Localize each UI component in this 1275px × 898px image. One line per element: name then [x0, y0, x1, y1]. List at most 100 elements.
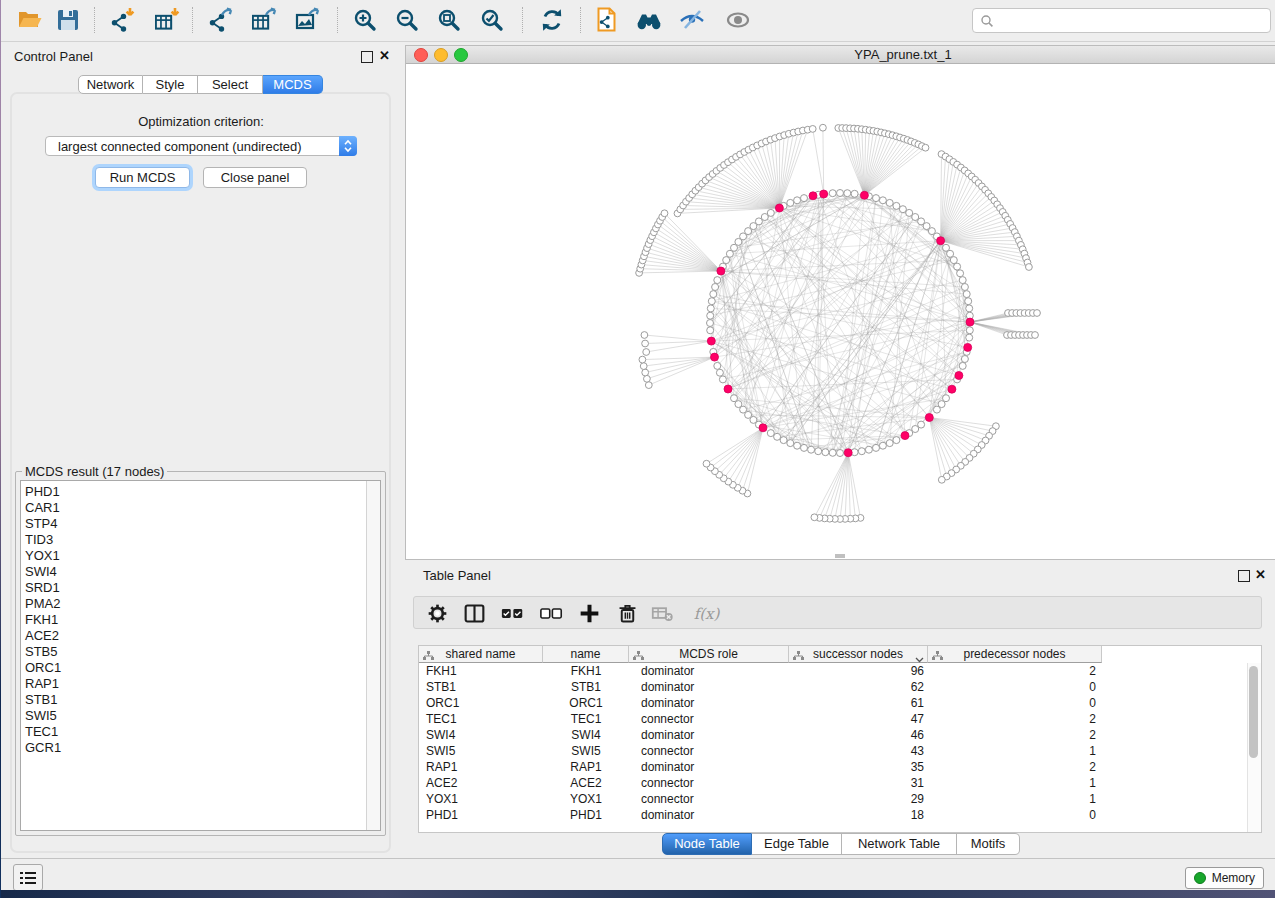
- mcds-result-item[interactable]: STB1: [21, 692, 380, 708]
- cell-successor-nodes: 62: [789, 679, 928, 695]
- search-network-icon[interactable]: [632, 4, 666, 36]
- mcds-result-item[interactable]: RAP1: [21, 676, 380, 692]
- table-tab-network-table[interactable]: Network Table: [842, 833, 957, 855]
- open-session-icon[interactable]: [13, 4, 47, 36]
- column-header-successor-nodes[interactable]: successor nodes: [789, 646, 928, 663]
- optimization-criterion-value: largest connected component (undirected): [58, 139, 302, 154]
- import-network-icon[interactable]: [106, 4, 140, 36]
- mcds-result-item[interactable]: GCR1: [21, 740, 380, 756]
- mcds-result-item[interactable]: ACE2: [21, 628, 380, 644]
- mcds-result-item[interactable]: SRD1: [21, 580, 380, 596]
- column-header-predecessor-nodes[interactable]: predecessor nodes: [928, 646, 1102, 663]
- control-tab-mcds[interactable]: MCDS: [263, 75, 323, 94]
- column-header-shared-name[interactable]: shared name: [419, 646, 543, 663]
- hide-labels-icon[interactable]: [675, 4, 709, 36]
- table-row-PHD1[interactable]: PHD1PHD1dominator180: [419, 807, 1102, 823]
- import-table-icon[interactable]: [151, 4, 185, 36]
- table-row-STB1[interactable]: STB1STB1dominator620: [419, 679, 1102, 695]
- control-panel-close-icon[interactable]: ✕: [379, 51, 390, 61]
- cell-successor-nodes: 96: [789, 663, 928, 679]
- cell-predecessor-nodes: 0: [928, 695, 1102, 711]
- mcds-list-scrollbar[interactable]: [366, 481, 380, 830]
- mcds-result-item[interactable]: SWI4: [21, 564, 380, 580]
- zoom-fit-icon[interactable]: [432, 4, 466, 36]
- list-icon: [20, 871, 36, 885]
- task-history-button[interactable]: [13, 864, 43, 891]
- export-table-icon[interactable]: [248, 4, 282, 36]
- cell-successor-nodes: 47: [789, 711, 928, 727]
- control-tab-select[interactable]: Select: [198, 75, 263, 94]
- zoom-in-icon[interactable]: [348, 4, 382, 36]
- mcds-result-item[interactable]: YOX1: [21, 548, 380, 564]
- show-graphics-icon[interactable]: [721, 4, 755, 36]
- select-all-checkboxes-icon[interactable]: [497, 599, 527, 627]
- mcds-result-item[interactable]: ORC1: [21, 660, 380, 676]
- table-row-RAP1[interactable]: RAP1RAP1dominator352: [419, 759, 1102, 775]
- window-minimize-button[interactable]: [434, 48, 448, 62]
- cell-name: STB1: [543, 679, 629, 695]
- cell-MCDS-role: connector: [629, 743, 789, 759]
- save-session-icon[interactable]: [51, 4, 85, 36]
- table-tab-motifs[interactable]: Motifs: [957, 833, 1020, 855]
- deselect-checkboxes-icon[interactable]: [536, 599, 566, 627]
- export-network-icon[interactable]: [204, 4, 238, 36]
- mcds-result-item[interactable]: TID3: [21, 532, 380, 548]
- table-row-ACE2[interactable]: ACE2ACE2connector311: [419, 775, 1102, 791]
- run-mcds-button[interactable]: Run MCDS: [95, 167, 190, 188]
- table-row-YOX1[interactable]: YOX1YOX1connector291: [419, 791, 1102, 807]
- cell-shared-name: FKH1: [419, 663, 543, 679]
- cell-name: FKH1: [543, 663, 629, 679]
- column-header-MCDS-role[interactable]: MCDS role: [629, 646, 789, 663]
- table-panel-close-icon[interactable]: ✕: [1255, 570, 1266, 580]
- mcds-result-item[interactable]: TEC1: [21, 724, 380, 740]
- cell-name: RAP1: [543, 759, 629, 775]
- mcds-result-item[interactable]: PHD1: [21, 484, 380, 500]
- table-row-FKH1[interactable]: FKH1FKH1dominator962: [419, 663, 1102, 679]
- mcds-result-item[interactable]: STP4: [21, 516, 380, 532]
- control-tab-network[interactable]: Network: [78, 75, 143, 94]
- table-row-SWI4[interactable]: SWI4SWI4dominator462: [419, 727, 1102, 743]
- mcds-result-item[interactable]: SWI5: [21, 708, 380, 724]
- optimization-criterion-select[interactable]: largest connected component (undirected): [45, 136, 357, 156]
- split-columns-icon[interactable]: [459, 599, 489, 627]
- mcds-result-group: MCDS result (17 nodes) PHD1CAR1STP4TID3Y…: [15, 471, 386, 836]
- add-column-icon[interactable]: [574, 599, 604, 627]
- cell-shared-name: RAP1: [419, 759, 543, 775]
- control-tab-style[interactable]: Style: [143, 75, 198, 94]
- table-tab-node-table[interactable]: Node Table: [662, 833, 752, 855]
- mcds-result-item[interactable]: CAR1: [21, 500, 380, 516]
- cell-successor-nodes: 29: [789, 791, 928, 807]
- zoom-out-icon[interactable]: [390, 4, 424, 36]
- mcds-result-item[interactable]: PMA2: [21, 596, 380, 612]
- window-close-button[interactable]: [414, 48, 428, 62]
- delete-column-icon[interactable]: [612, 599, 642, 627]
- share-document-icon[interactable]: [590, 4, 624, 36]
- splitter-handle[interactable]: [835, 554, 845, 558]
- cell-shared-name: TEC1: [419, 711, 543, 727]
- table-row-TEC1[interactable]: TEC1TEC1connector472: [419, 711, 1102, 727]
- column-header-name[interactable]: name: [543, 646, 629, 663]
- refresh-icon[interactable]: [535, 4, 569, 36]
- network-graph-canvas[interactable]: [406, 63, 1274, 560]
- table-tab-edge-table[interactable]: Edge Table: [752, 833, 842, 855]
- table-panel-float-icon[interactable]: [1238, 570, 1250, 582]
- cell-predecessor-nodes: 1: [928, 743, 1102, 759]
- control-panel-float-icon[interactable]: [361, 51, 373, 63]
- close-panel-button[interactable]: Close panel: [203, 167, 307, 188]
- zoom-selected-icon[interactable]: [475, 4, 509, 36]
- table-row-SWI5[interactable]: SWI5SWI5connector431: [419, 743, 1102, 759]
- table-row-ORC1[interactable]: ORC1ORC1dominator610: [419, 695, 1102, 711]
- search-input[interactable]: [998, 8, 1270, 33]
- memory-button[interactable]: Memory: [1185, 867, 1264, 889]
- mcds-result-item[interactable]: FKH1: [21, 612, 380, 628]
- control-panel-title: Control Panel: [14, 49, 93, 64]
- mcds-result-item[interactable]: STB5: [21, 644, 380, 660]
- node-table-scrollbar-thumb[interactable]: [1249, 666, 1258, 758]
- cell-name: SWI5: [543, 743, 629, 759]
- toolbar-separator: [580, 7, 581, 33]
- node-table-scrollbar[interactable]: [1247, 663, 1261, 832]
- settings-gear-icon[interactable]: [422, 599, 452, 627]
- export-image-icon[interactable]: [291, 4, 325, 36]
- search-box: [972, 8, 1271, 33]
- window-zoom-button[interactable]: [454, 48, 468, 62]
